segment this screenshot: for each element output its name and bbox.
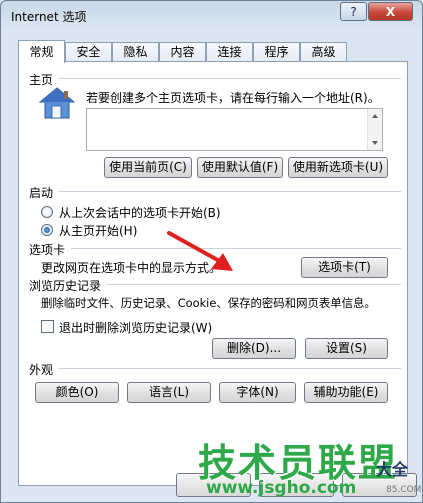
use-default-button[interactable]: 使用默认值(F) bbox=[197, 157, 283, 178]
startup-group-label: 启动 bbox=[29, 186, 54, 200]
help-button[interactable]: ? bbox=[340, 2, 367, 21]
close-icon: X bbox=[385, 4, 396, 19]
house-icon bbox=[38, 87, 76, 119]
tabs-group-label: 选项卡 bbox=[29, 243, 66, 257]
scroll-up-icon[interactable] bbox=[372, 114, 378, 118]
tab-security[interactable]: 安全 bbox=[65, 42, 112, 62]
window-title: Internet 选项 bbox=[11, 10, 87, 24]
tab-general[interactable]: 常规 bbox=[18, 40, 65, 63]
scroll-down-icon[interactable] bbox=[372, 141, 378, 145]
use-current-button[interactable]: 使用当前页(C) bbox=[104, 157, 192, 178]
tabs-settings-button[interactable]: 选项卡(T) bbox=[301, 257, 388, 278]
close-button[interactable]: X bbox=[368, 2, 413, 21]
homepage-divider bbox=[59, 78, 401, 79]
colors-button[interactable]: 颜色(O) bbox=[35, 382, 119, 403]
homepage-url-input[interactable] bbox=[86, 108, 383, 151]
delete-history-button[interactable]: 删除(D)... bbox=[212, 338, 296, 359]
tab-advanced[interactable]: 高级 bbox=[300, 42, 347, 62]
cancel-button[interactable] bbox=[259, 473, 334, 497]
annotation-arrow-icon bbox=[167, 231, 233, 271]
accessibility-button[interactable]: 辅助功能(E) bbox=[304, 382, 388, 403]
history-settings-button[interactable]: 设置(S) bbox=[305, 338, 388, 359]
title-bar: Internet 选项 ? X bbox=[1, 1, 422, 31]
languages-button[interactable]: 语言(L) bbox=[127, 382, 211, 403]
tab-connections[interactable]: 连接 bbox=[206, 42, 253, 62]
history-divider bbox=[107, 284, 401, 285]
use-new-tab-button[interactable]: 使用新选项卡(U) bbox=[288, 157, 388, 178]
homepage-description: 若要创建多个主页选项卡，请在每行输入一个地址(R)。 bbox=[86, 91, 380, 105]
delete-on-exit-checkbox[interactable] bbox=[41, 320, 54, 333]
history-description: 删除临时文件、历史记录、Cookie、保存的密码和网页表单信息。 bbox=[41, 296, 376, 310]
homepage-url-scrollbar[interactable] bbox=[367, 109, 382, 150]
startup-divider bbox=[59, 191, 401, 192]
fonts-button[interactable]: 字体(N) bbox=[219, 382, 296, 403]
appearance-divider bbox=[59, 368, 401, 369]
startup-last-session-radio[interactable] bbox=[41, 206, 53, 218]
history-group-label: 浏览历史记录 bbox=[29, 279, 102, 293]
startup-last-session-label[interactable]: 从上次会话中的选项卡开始(B) bbox=[59, 204, 221, 221]
tab-content[interactable]: 内容 bbox=[159, 42, 206, 62]
tab-programs[interactable]: 程序 bbox=[253, 42, 300, 62]
tab-privacy[interactable]: 隐私 bbox=[112, 42, 159, 62]
help-icon: ? bbox=[350, 4, 357, 19]
internet-options-dialog: Internet 选项 ? X 常规 安全 隐私 内容 连接 程序 高级 主页 … bbox=[0, 0, 423, 503]
apply-button[interactable] bbox=[342, 473, 417, 497]
delete-on-exit-label[interactable]: 退出时删除浏览历史记录(W) bbox=[59, 319, 212, 336]
ok-button[interactable] bbox=[176, 473, 251, 497]
appearance-group-label: 外观 bbox=[29, 363, 54, 377]
startup-homepage-radio[interactable] bbox=[41, 224, 53, 236]
startup-homepage-label[interactable]: 从主页开始(H) bbox=[59, 222, 137, 239]
